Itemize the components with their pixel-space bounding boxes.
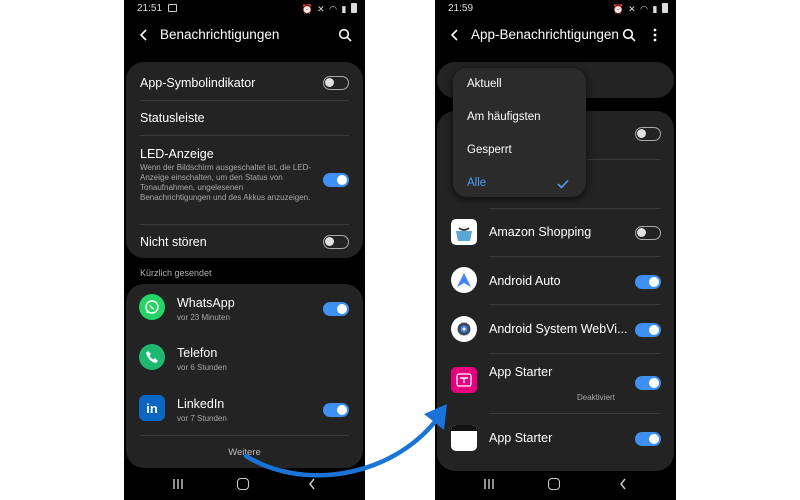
- status-time: 21:51: [137, 3, 163, 14]
- app-name[interactable]: Android System WebVi...: [489, 322, 628, 336]
- amazon-icon: [451, 219, 477, 245]
- search-icon[interactable]: [338, 28, 352, 42]
- webview-gear-icon: [451, 316, 477, 342]
- image-notification-icon: [168, 4, 177, 12]
- search-icon[interactable]: [622, 28, 636, 42]
- setting-do-not-disturb[interactable]: Nicht stören: [140, 235, 349, 249]
- app-starter-bar: [451, 425, 477, 431]
- setting-led[interactable]: LED-Anzeige Wenn der Bildschirm ausgesch…: [140, 147, 315, 203]
- status-bar: 21:59 ⏰ ✕ ◠ ▮: [435, 0, 676, 18]
- app-status: Deaktiviert: [577, 393, 615, 402]
- battery-icon: [662, 3, 668, 13]
- setting-title: LED-Anzeige: [140, 147, 214, 161]
- setting-status-bar[interactable]: Statusleiste: [140, 111, 349, 125]
- section-label: Kürzlich gesendet: [140, 268, 212, 278]
- page-title: Benachrichtigungen: [160, 27, 280, 42]
- more-options-icon[interactable]: [652, 27, 658, 43]
- setting-description: Wenn der Bildschirm ausgeschaltet ist, d…: [140, 163, 312, 202]
- filter-dropdown-menu: Aktuell Am häufigsten Gesperrt Alle: [453, 68, 586, 197]
- recent-apps-card: WhatsApp vor 23 Minuten Telefon vor 6 St…: [126, 284, 363, 468]
- app-starter-toggle[interactable]: [635, 432, 661, 446]
- telekom-app-starter-toggle[interactable]: [635, 376, 661, 390]
- phone-handset-icon: [146, 351, 158, 363]
- divider: [489, 353, 660, 354]
- app-toggle-hidden[interactable]: [635, 127, 661, 141]
- app-timestamp: vor 23 Minuten: [177, 313, 230, 322]
- gear-icon: [457, 322, 471, 336]
- app-name[interactable]: Android Auto: [489, 274, 561, 288]
- whatsapp-toggle[interactable]: [323, 302, 349, 316]
- telekom-app-starter-icon: [451, 367, 477, 393]
- menu-item-current[interactable]: Aktuell: [467, 78, 502, 90]
- setting-title: Nicht stören: [140, 235, 207, 249]
- app-name[interactable]: LinkedIn: [177, 397, 224, 411]
- setting-title: App-Symbolindikator: [140, 76, 256, 90]
- divider: [140, 224, 349, 225]
- page-title: App-Benachrichtigungen: [471, 27, 619, 42]
- phone-icon: [139, 344, 165, 370]
- webview-toggle[interactable]: [635, 323, 661, 337]
- app-timestamp: vor 6 Stunden: [177, 363, 227, 372]
- whatsapp-icon: [139, 294, 165, 320]
- setting-app-badge[interactable]: App-Symbolindikator: [140, 76, 349, 90]
- android-auto-glyph-icon: [457, 273, 471, 287]
- divider: [140, 435, 349, 436]
- amazon-toggle[interactable]: [635, 226, 661, 240]
- divider: [489, 208, 660, 209]
- connector-arrow-icon: [243, 404, 447, 478]
- app-name[interactable]: WhatsApp: [177, 296, 235, 310]
- navigation-bar: [124, 470, 365, 500]
- phone-screen-app-notifications: 21:59 ⏰ ✕ ◠ ▮ App-Benachrichtigungen Ama…: [435, 0, 676, 500]
- menu-item-blocked[interactable]: Gesperrt: [467, 144, 512, 156]
- menu-item-most-frequent[interactable]: Am häufigsten: [467, 111, 541, 123]
- divider: [489, 413, 660, 414]
- nav-back-icon[interactable]: [619, 478, 627, 490]
- setting-title: Statusleiste: [140, 111, 205, 125]
- divider: [489, 304, 660, 305]
- app-timestamp: vor 7 Stunden: [177, 414, 227, 423]
- status-icons: ⏰ ✕ ◠ ▮: [301, 3, 357, 15]
- telekom-logo-icon: [456, 373, 472, 387]
- status-bar: 21:51 ⏰ ✕ ◠ ▮: [124, 0, 365, 18]
- app-name[interactable]: App Starter: [489, 365, 552, 379]
- whatsapp-glyph-icon: [145, 300, 159, 314]
- linkedin-glyph-icon: in: [146, 400, 158, 416]
- amazon-cart-icon: [456, 227, 472, 241]
- check-icon: [557, 179, 569, 189]
- back-arrow-icon[interactable]: [450, 28, 460, 42]
- phone-screen-notifications: 21:51 ⏰ ✕ ◠ ▮ Benachrichtigungen App-Sym…: [124, 0, 365, 500]
- app-starter-icon: [451, 425, 477, 451]
- settings-card: App-Symbolindikator Statusleiste LED-Anz…: [126, 62, 363, 258]
- led-toggle[interactable]: [323, 173, 349, 187]
- divider: [140, 135, 349, 136]
- status-icons: ⏰ ✕ ◠ ▮: [612, 3, 668, 15]
- linkedin-icon: in: [139, 395, 165, 421]
- recent-apps-icon[interactable]: [483, 479, 495, 489]
- divider: [140, 100, 349, 101]
- nav-back-icon[interactable]: [308, 478, 316, 490]
- status-time: 21:59: [448, 3, 474, 14]
- home-icon[interactable]: [548, 478, 560, 490]
- back-arrow-icon[interactable]: [139, 28, 149, 42]
- android-auto-icon: [451, 267, 477, 293]
- recent-apps-icon[interactable]: [172, 479, 184, 489]
- app-badge-toggle[interactable]: [323, 76, 349, 90]
- linkedin-toggle[interactable]: [323, 403, 349, 417]
- divider: [489, 256, 660, 257]
- android-auto-toggle[interactable]: [635, 275, 661, 289]
- app-name[interactable]: Telefon: [177, 346, 217, 360]
- app-name[interactable]: Amazon Shopping: [489, 225, 591, 239]
- more-link[interactable]: Weitere: [126, 447, 363, 458]
- app-name[interactable]: App Starter: [489, 431, 552, 445]
- app-bar: Benachrichtigungen: [124, 24, 365, 48]
- menu-item-all[interactable]: Alle: [467, 177, 486, 189]
- navigation-bar: [435, 470, 676, 500]
- do-not-disturb-toggle[interactable]: [323, 235, 349, 249]
- app-bar: App-Benachrichtigungen: [435, 24, 676, 48]
- battery-icon: [351, 3, 357, 13]
- home-icon[interactable]: [237, 478, 249, 490]
